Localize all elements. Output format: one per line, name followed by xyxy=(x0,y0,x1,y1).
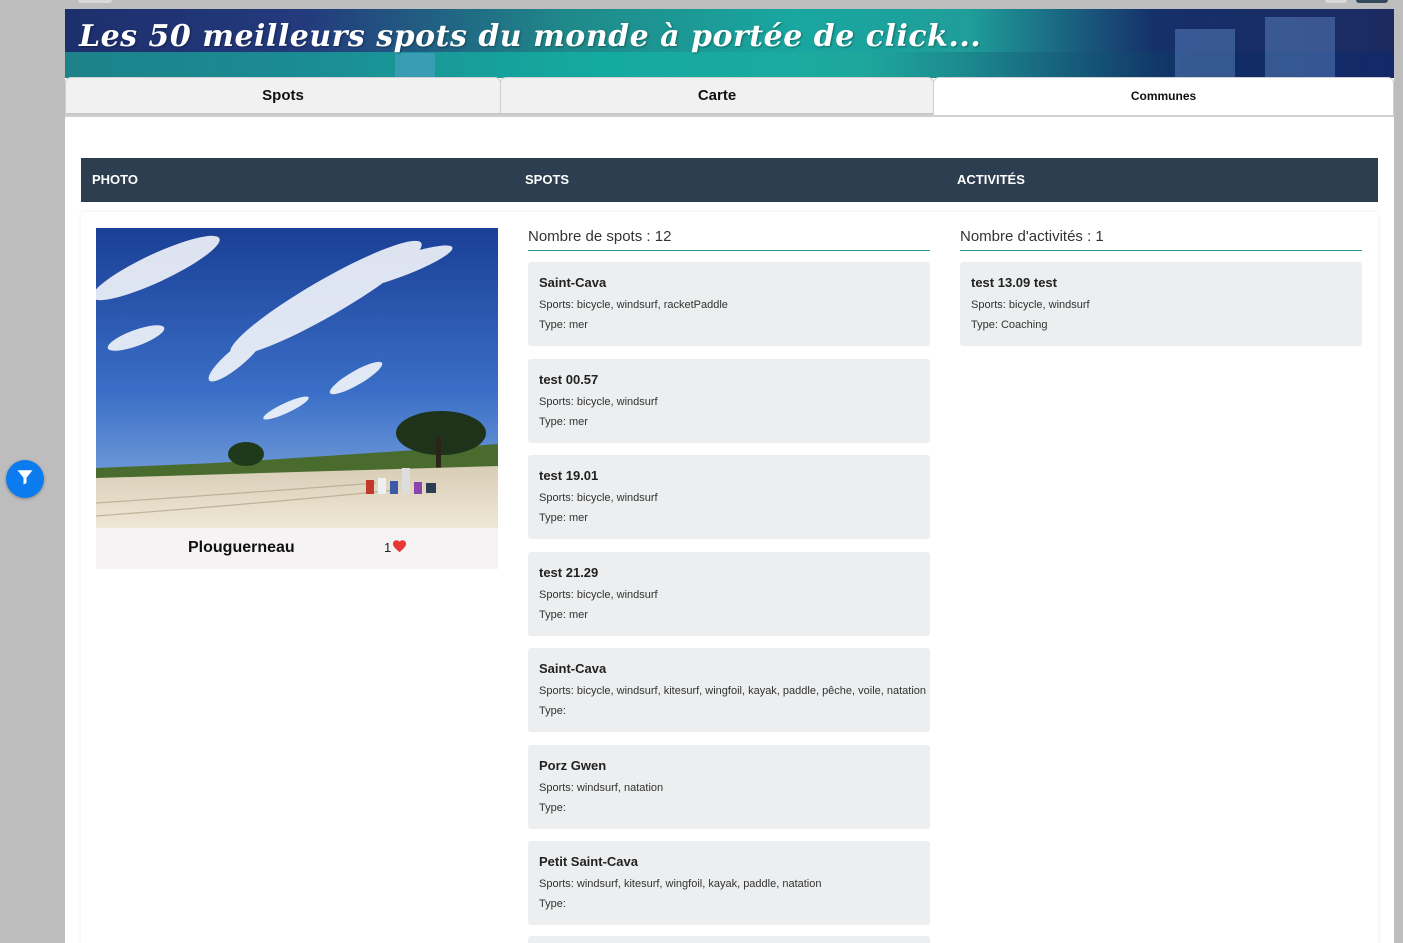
filter-button[interactable] xyxy=(6,460,44,498)
spots-count-heading: Nombre de spots : 12 xyxy=(528,228,930,251)
spot-card[interactable]: test 21.29 Sports: bicycle, windsurf Type:… xyxy=(528,551,930,636)
like-counter[interactable]: 1 xyxy=(384,539,407,556)
card-type: Type: xyxy=(539,801,566,814)
header-banner: Les 50 meilleurs spots du monde à portée… xyxy=(65,9,1394,78)
like-count: 1 xyxy=(384,540,392,555)
heart-icon[interactable] xyxy=(392,539,407,556)
card-type: Type: mer xyxy=(539,319,588,331)
card-type: Type: xyxy=(539,898,566,910)
spot-card[interactable]: Petit Saint-Cava Sports: windsurf, kitesu… xyxy=(528,841,930,925)
banner-decoration xyxy=(1175,29,1235,78)
commune-name[interactable]: Plouguerneau xyxy=(188,539,295,557)
activite-card[interactable]: test 13.09 test Sports: bicycle, windsurf… xyxy=(960,262,1362,346)
browser-chrome-fragment xyxy=(1356,0,1388,3)
card-sports: Sports: windsurf, natation xyxy=(539,781,664,794)
commune-photo xyxy=(96,228,498,528)
browser-chrome-fragment xyxy=(78,0,112,3)
commune-card[interactable]: Plouguerneau 1 xyxy=(96,228,498,569)
spot-card[interactable]: Porz Gwen Sports: windsurf, natation Type: xyxy=(528,744,930,829)
column-header-activites: ACTIVITÉS xyxy=(957,172,1025,187)
browser-chrome-fragment xyxy=(1325,0,1347,3)
card-sports: Sports: bicycle, windsurf xyxy=(971,299,1090,311)
card-type: Type: mer xyxy=(539,512,588,524)
card-sports: Sports: bicycle, windsurf xyxy=(539,395,658,408)
card-title[interactable]: Petit Saint-Cava xyxy=(539,854,919,869)
spot-card[interactable]: Saint-Cava Sports: bicycle, windsurf, kit… xyxy=(528,648,930,732)
activites-count-heading: Nombre d'activités : 1 xyxy=(960,228,1362,251)
card-title[interactable]: Porz Gwen xyxy=(539,758,919,773)
tab-carte[interactable]: Carte xyxy=(500,77,934,115)
card-sports: Sports: bicycle, windsurf, kitesurf, win… xyxy=(539,685,927,697)
spot-card[interactable]: test 19.01 Sports: bicycle, windsurf Type:… xyxy=(528,455,930,539)
card-type: Type: Coaching xyxy=(971,319,1048,331)
card-title[interactable]: test 00.57 xyxy=(539,372,919,387)
card-title[interactable]: Saint-Cava xyxy=(539,661,919,676)
site-title: Les 50 meilleurs spots du monde à portée… xyxy=(79,19,982,54)
card-type: Type: mer xyxy=(539,608,588,621)
tab-bar: Spots Carte Communes xyxy=(65,77,1394,116)
banner-decoration xyxy=(1265,17,1335,78)
card-sports: Sports: windsurf, kitesurf, wingfoil, ka… xyxy=(539,878,822,890)
filter-icon xyxy=(16,468,34,491)
card-title[interactable]: test 13.09 test xyxy=(971,275,1351,290)
card-sports: Sports: bicycle, windsurf, racketPaddle xyxy=(539,299,728,311)
column-header-spots: SPOTS xyxy=(525,172,570,187)
tab-communes[interactable]: Communes xyxy=(933,77,1394,115)
card-type: Type: mer xyxy=(539,415,588,428)
spot-card[interactable] xyxy=(528,936,930,943)
tab-divider xyxy=(65,115,1394,117)
tab-spots[interactable]: Spots xyxy=(65,77,501,115)
table-header: PHOTO SPOTS ACTIVITÉS xyxy=(81,158,1378,202)
card-type: Type: xyxy=(539,705,566,717)
card-title[interactable]: Saint-Cava xyxy=(539,275,919,290)
column-header-photo: PHOTO xyxy=(92,172,138,187)
card-sports: Sports: bicycle, windsurf xyxy=(539,492,658,504)
page-container: Les 50 meilleurs spots du monde à portée… xyxy=(65,9,1394,943)
spot-card[interactable]: test 00.57 Sports: bicycle, windsurf Type:… xyxy=(528,358,930,443)
card-sports: Sports: bicycle, windsurf xyxy=(539,588,658,601)
spot-card[interactable]: Saint-Cava Sports: bicycle, windsurf, rac… xyxy=(528,262,930,346)
card-title[interactable]: test 21.29 xyxy=(539,565,919,580)
card-title[interactable]: test 19.01 xyxy=(539,468,919,483)
banner-decoration xyxy=(395,53,435,78)
